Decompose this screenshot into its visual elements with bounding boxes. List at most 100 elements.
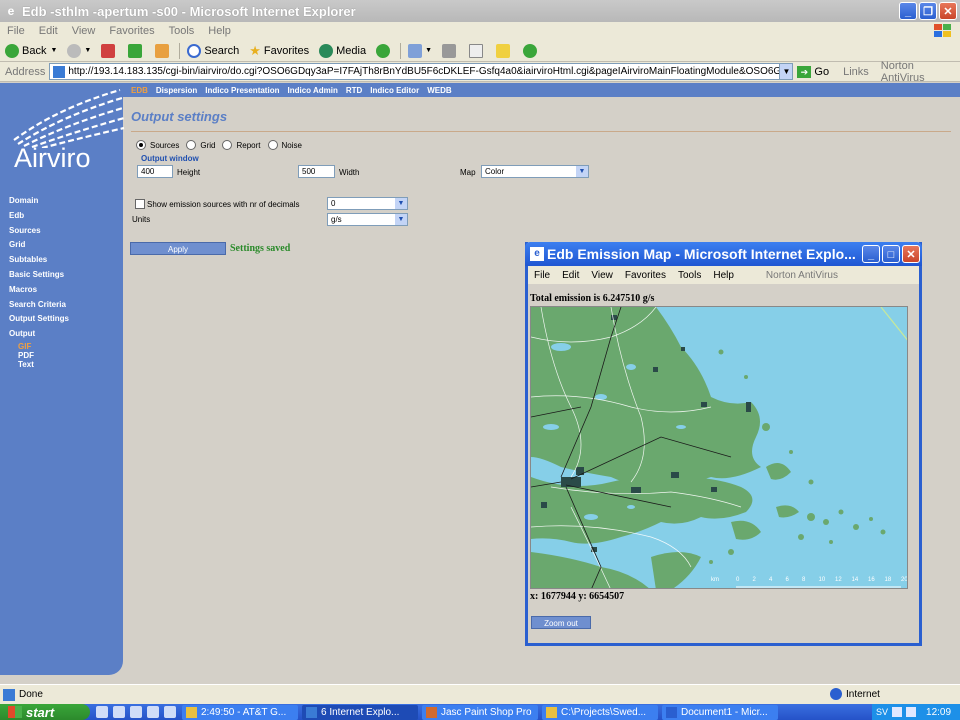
tab-rtd[interactable]: RTD: [342, 86, 366, 95]
norton-antivirus-button[interactable]: Norton AntiVirus: [881, 60, 960, 84]
media-icon: [319, 43, 334, 58]
popup-menu-file[interactable]: File: [528, 270, 556, 281]
popup-menu-favorites[interactable]: Favorites: [619, 270, 672, 281]
radio-report[interactable]: [222, 140, 233, 150]
radio-sources-label: Sources: [150, 140, 180, 150]
tab-indico-editor[interactable]: Indico Editor: [366, 86, 423, 95]
map-select[interactable]: Color ▼: [481, 165, 589, 178]
tab-edb[interactable]: EDB: [123, 86, 152, 95]
popup-close-button[interactable]: ✕: [902, 245, 920, 263]
popup-menu-view[interactable]: View: [585, 270, 619, 281]
sidebar-item-output[interactable]: Output: [9, 327, 69, 342]
height-input[interactable]: 400: [137, 165, 173, 178]
width-label: Width: [339, 168, 360, 177]
popup-minimize-button[interactable]: _: [862, 245, 880, 263]
tab-dispersion[interactable]: Dispersion: [152, 86, 201, 95]
url-input[interactable]: http://193.14.183.135/cgi-bin/iairviro/d…: [49, 63, 781, 80]
sidebar-item-grid[interactable]: Grid: [9, 238, 69, 253]
sidebar-subitem-text[interactable]: Text: [9, 360, 69, 369]
history-button[interactable]: [371, 43, 398, 58]
discuss-button[interactable]: [491, 43, 518, 58]
task-word-document[interactable]: Document1 - Micr...: [662, 704, 778, 720]
task-projects-folder[interactable]: C:\Projects\Swed...: [542, 704, 658, 720]
popup-menu-help[interactable]: Help: [707, 270, 740, 281]
task-internet-explorer[interactable]: 6 Internet Explo...: [302, 704, 418, 720]
popup-menu-bar: File Edit View Favorites Tools Help Nort…: [528, 266, 919, 284]
emission-map[interactable]: km 0 2 4 6 8 10 12 14 16 18 20: [530, 306, 908, 589]
menu-edit[interactable]: Edit: [32, 25, 65, 37]
sidebar-item-sources[interactable]: Sources: [9, 224, 69, 239]
outlook-icon[interactable]: [130, 706, 142, 718]
sidebar-subitem-gif[interactable]: GIF: [9, 342, 69, 351]
popup-menu-edit[interactable]: Edit: [556, 270, 585, 281]
sidebar-subitem-pdf[interactable]: PDF: [9, 351, 69, 360]
maximize-button[interactable]: ❐: [919, 2, 937, 20]
sidebar-item-subtables[interactable]: Subtables: [9, 253, 69, 268]
sidebar-item-search-criteria[interactable]: Search Criteria: [9, 298, 69, 313]
language-indicator[interactable]: SV: [876, 707, 888, 717]
ie-icon: e: [530, 247, 544, 261]
show-decimals-checkbox[interactable]: [135, 199, 145, 209]
tab-wedb[interactable]: WEDB: [423, 86, 455, 95]
sidebar-item-edb[interactable]: Edb: [9, 209, 69, 224]
settings-saved-message: Settings saved: [230, 243, 291, 254]
sidebar-item-domain[interactable]: Domain: [9, 194, 69, 209]
sidebar-item-output-settings[interactable]: Output Settings: [9, 312, 69, 327]
task-att[interactable]: 2:49:50 - AT&T G...: [182, 704, 298, 720]
menu-bar: File Edit View Favorites Tools Help: [0, 22, 960, 40]
menu-file[interactable]: File: [0, 25, 32, 37]
go-button[interactable]: ➔ Go: [797, 65, 829, 78]
sidebar-nav: Domain Edb Sources Grid Subtables Basic …: [9, 194, 69, 369]
show-desktop-icon[interactable]: [96, 706, 108, 718]
scale-tick-label: 14: [851, 577, 859, 583]
home-button[interactable]: [150, 43, 177, 58]
stop-button[interactable]: [96, 43, 123, 58]
forward-button[interactable]: ▼: [62, 43, 96, 58]
tab-indico-presentation[interactable]: Indico Presentation: [201, 86, 283, 95]
back-button[interactable]: Back ▼: [0, 43, 62, 58]
tray-icon[interactable]: [906, 707, 917, 717]
sidebar-item-basic-settings[interactable]: Basic Settings: [9, 268, 69, 283]
address-dropdown-button[interactable]: ▼: [779, 63, 794, 80]
sidebar-item-macros[interactable]: Macros: [9, 283, 69, 298]
edit-button[interactable]: [464, 43, 491, 58]
edit-page-icon: [469, 43, 484, 58]
start-button[interactable]: start: [0, 704, 90, 720]
folder-icon: [546, 706, 557, 718]
search-button[interactable]: Search: [182, 43, 244, 58]
popup-menu-tools[interactable]: Tools: [672, 270, 707, 281]
units-select[interactable]: g/s ▼: [327, 213, 408, 226]
links-button[interactable]: Links: [843, 66, 869, 78]
refresh-button[interactable]: [123, 43, 150, 58]
task-paint-shop-pro[interactable]: Jasc Paint Shop Pro: [422, 704, 538, 720]
zoom-out-button[interactable]: Zoom out: [531, 616, 591, 629]
tray-icon[interactable]: [892, 707, 903, 717]
width-input[interactable]: 500: [298, 165, 335, 178]
media-player-icon[interactable]: [147, 706, 159, 718]
scale-tick-label: 2: [752, 577, 756, 583]
menu-view[interactable]: View: [65, 25, 103, 37]
ie-quicklaunch-icon[interactable]: [113, 706, 125, 718]
apply-button[interactable]: Apply: [130, 242, 226, 255]
favorites-button[interactable]: ★ Favorites: [244, 43, 314, 59]
minimize-button[interactable]: _: [899, 2, 917, 20]
decimals-select[interactable]: 0 ▼: [327, 197, 408, 210]
radio-grid[interactable]: [186, 140, 197, 150]
print-button[interactable]: [437, 43, 464, 58]
popup-norton-antivirus-button[interactable]: Norton AntiVirus: [760, 270, 844, 281]
messenger-button[interactable]: [518, 43, 545, 58]
back-arrow-icon: [5, 43, 19, 58]
menu-tools[interactable]: Tools: [162, 25, 202, 37]
popup-maximize-button[interactable]: □: [882, 245, 900, 263]
radio-sources[interactable]: [136, 140, 146, 150]
tab-indico-admin[interactable]: Indico Admin: [283, 86, 341, 95]
toolbar-separator: [400, 42, 402, 59]
menu-help[interactable]: Help: [201, 25, 238, 37]
menu-favorites[interactable]: Favorites: [102, 25, 161, 37]
chevron-down-icon: ▼: [395, 214, 407, 225]
messenger-quicklaunch-icon[interactable]: [164, 706, 176, 718]
radio-noise[interactable]: [267, 140, 278, 150]
mail-button[interactable]: ▼: [403, 43, 437, 58]
close-button[interactable]: ✕: [939, 2, 957, 20]
media-button[interactable]: Media: [314, 43, 371, 58]
